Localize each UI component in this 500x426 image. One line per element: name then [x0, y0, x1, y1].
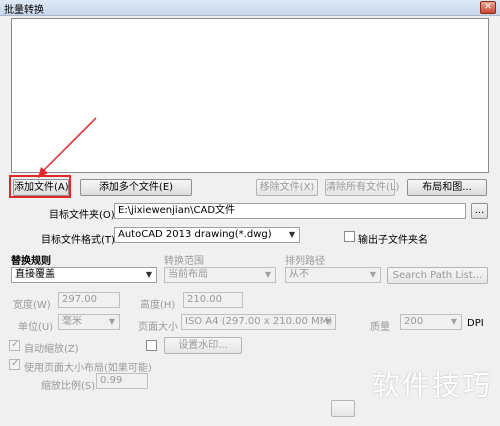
highlight-box [9, 175, 71, 198]
bottom-button[interactable] [331, 400, 355, 417]
height-label: 高度(H) [140, 300, 176, 311]
remove-file-button[interactable]: 移除文件(X) [256, 179, 318, 196]
sort-path-label: 排列路径 [285, 256, 325, 267]
chevron-down-icon: ▼ [369, 270, 377, 279]
target-folder-label: 目标文件夹(O) [49, 210, 115, 221]
sort-path-select[interactable]: 从不 ▼ [285, 267, 381, 283]
width-label: 宽度(W) [13, 300, 51, 311]
unit-select[interactable]: 毫米 ▼ [58, 314, 120, 330]
search-path-list-button[interactable]: Search Path List... [387, 267, 488, 284]
convert-range-select[interactable]: 当前布局 ▼ [164, 267, 276, 283]
convert-range-label: 转换范围 [164, 256, 204, 267]
target-format-label: 目标文件格式(T) [41, 235, 115, 246]
output-subfolder-label: 输出子文件夹名 [358, 235, 428, 246]
unit-label: 单位(U) [18, 322, 54, 333]
chevron-down-icon: ▼ [288, 230, 296, 239]
width-input[interactable]: 297.00 [58, 292, 120, 308]
quality-unit: DPI [467, 318, 484, 329]
chevron-down-icon: ▼ [108, 317, 116, 326]
quality-select[interactable]: 200 ▼ [400, 314, 462, 330]
target-format-value: AutoCAD 2013 drawing(*.dwg) [118, 229, 272, 240]
target-folder-input[interactable]: E:\jixiewenjian\CAD文件 [114, 203, 466, 219]
sort-path-value: 从不 [289, 269, 309, 280]
height-input[interactable]: 210.00 [183, 292, 243, 308]
convert-range-value: 当前布局 [168, 269, 208, 280]
clear-all-files-button[interactable]: 清除所有文件(L) [325, 179, 399, 196]
quality-label: 质量 [370, 322, 390, 333]
watermark-text: 软件技巧 [371, 369, 492, 402]
check-icon: ✓ [11, 339, 20, 350]
zoom-ratio-input[interactable]: 0.99 [96, 373, 148, 389]
page-size-label: 页面大小 [138, 322, 178, 333]
replace-rule-select[interactable]: 直接覆盖 ▼ [11, 267, 157, 283]
auto-zoom-label: 自动缩放(Z) [24, 344, 79, 355]
replace-rule-label: 替换规则 [11, 256, 51, 267]
chevron-down-icon: ▼ [264, 270, 272, 279]
auto-zoom-checkbox[interactable]: ✓ [9, 339, 20, 351]
add-multiple-files-button[interactable]: 添加多个文件(E) [80, 179, 192, 196]
use-page-size-label: 使用页面大小布局(如果可能) [24, 363, 152, 374]
layout-settings-button[interactable]: 布局和图... [407, 179, 487, 196]
set-watermark-button[interactable]: 设置水印... [164, 337, 242, 354]
chevron-down-icon: ▼ [450, 317, 458, 326]
browse-button[interactable]: ... [471, 203, 488, 219]
watermark-checkbox[interactable] [146, 340, 157, 351]
replace-rule-value: 直接覆盖 [15, 269, 55, 280]
target-format-select[interactable]: AutoCAD 2013 drawing(*.dwg) ▼ [114, 227, 300, 243]
use-page-size-checkbox[interactable]: ✓ [9, 358, 20, 370]
page-size-select[interactable]: ISO A4 (297.00 x 210.00 MM) ▼ [181, 314, 336, 330]
check-icon: ✓ [11, 358, 20, 369]
page-size-value: ISO A4 (297.00 x 210.00 MM) [185, 316, 333, 327]
quality-value: 200 [404, 316, 424, 327]
output-subfolder-checkbox[interactable] [344, 231, 355, 242]
zoom-ratio-label: 缩放比例(S) [41, 381, 96, 392]
unit-value: 毫米 [62, 316, 82, 327]
chevron-down-icon: ▼ [324, 317, 332, 326]
chevron-down-icon: ▼ [145, 270, 153, 279]
